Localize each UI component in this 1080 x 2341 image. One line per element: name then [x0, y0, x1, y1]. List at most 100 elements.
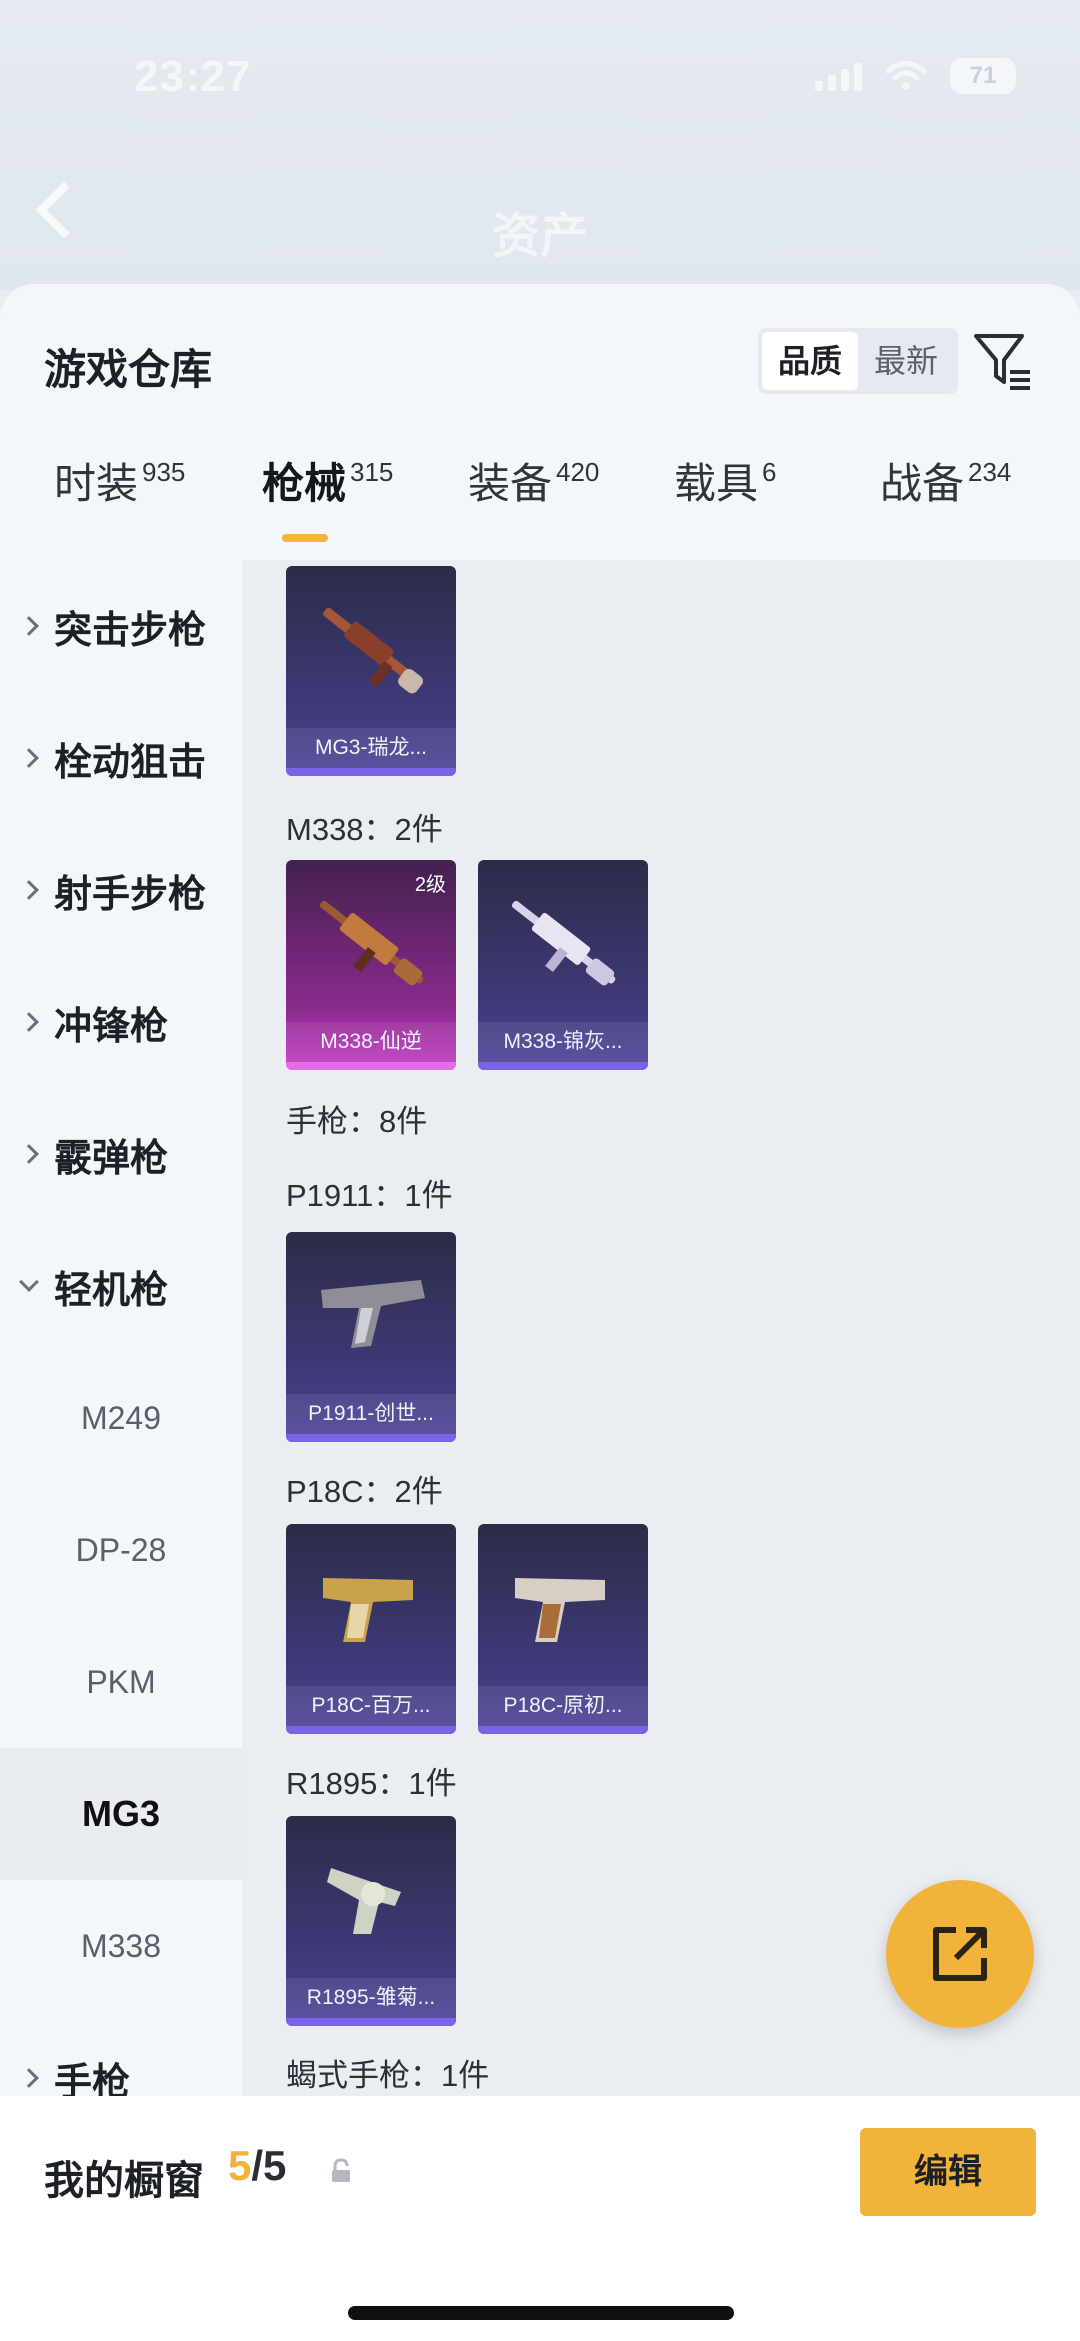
item-name: M338-锦灰... — [478, 1022, 648, 1062]
group-label-p1911: P1911：1件 — [286, 1178, 453, 1213]
signal-icon — [815, 61, 862, 91]
chevron-right-icon — [19, 1144, 39, 1164]
group-label-pistol: 手枪：8件 — [286, 1104, 428, 1139]
group-label-scorpion: 蝎式手枪：1件 — [286, 2058, 490, 2093]
sidebar-item-pistol[interactable]: 手枪 — [0, 2012, 242, 2104]
sidebar-sub-pkm[interactable]: PKM — [0, 1616, 242, 1748]
sidebar-item-label: 栓动狙击 — [54, 741, 207, 784]
category-tabs: 时装 935 枪械 315 装备 420 载具 6 战备 234 — [0, 454, 1080, 564]
rifle-icon — [511, 900, 616, 986]
showcase-current: 5 — [228, 2142, 252, 2189]
tab-label: 载具 — [674, 460, 759, 507]
showcase-count: 5/5 — [228, 2142, 286, 2190]
tab-fashion[interactable]: 时装 935 — [54, 454, 185, 514]
tab-label: 时装 — [54, 460, 139, 507]
item-card[interactable]: R1895-雏菊... — [286, 1816, 456, 2026]
sidebar-item-label: 霰弹枪 — [54, 1137, 169, 1180]
pistol-icon — [321, 1280, 425, 1348]
home-indicator — [348, 2306, 734, 2320]
sidebar-sub-mg3[interactable]: MG3 — [0, 1748, 242, 1880]
rarity-bar — [286, 1062, 456, 1070]
revolver-icon — [327, 1868, 401, 1934]
item-name: P18C-百万... — [286, 1686, 456, 1726]
item-card[interactable]: P18C-原初... — [478, 1524, 648, 1734]
pistol-icon — [515, 1578, 605, 1642]
item-card[interactable]: M338-锦灰... — [478, 860, 648, 1070]
chevron-right-icon — [19, 616, 39, 636]
tab-vehicles[interactable]: 载具 6 — [674, 454, 776, 514]
share-icon — [933, 1927, 987, 1981]
sidebar-item-label: 轻机枪 — [54, 1269, 169, 1312]
sidebar-item-assault-rifle[interactable]: 突击步枪 — [0, 560, 242, 692]
rarity-bar — [286, 768, 456, 776]
warehouse-title: 游戏仓库 — [44, 346, 213, 393]
showcase-bar: 我的橱窗 5/5 编辑 — [0, 2096, 1080, 2341]
sidebar-item-label: 射手步枪 — [54, 873, 207, 916]
sidebar-item-bolt-sniper[interactable]: 栓动狙击 — [0, 692, 242, 824]
lock-icon — [332, 2158, 350, 2182]
tab-label: 装备 — [468, 460, 553, 507]
chevron-right-icon — [19, 880, 39, 900]
sort-toggle: 品质 最新 — [758, 328, 959, 394]
sidebar-sub-dp28[interactable]: DP-28 — [0, 1484, 242, 1616]
item-name: MG3-瑞龙... — [286, 728, 456, 768]
tab-count: 935 — [142, 457, 186, 487]
item-card[interactable]: MG3-瑞龙... — [286, 566, 456, 776]
tab-guns[interactable]: 枪械 315 — [262, 454, 393, 514]
sidebar-sub-m338[interactable]: M338 — [0, 1880, 242, 2012]
weapon-category-sidebar: 突击步枪 栓动狙击 射手步枪 冲锋枪 霰弹枪 轻机枪 M249 DP-28 PK… — [0, 560, 242, 2104]
item-card[interactable]: 2级 M338-仙逆 — [286, 860, 456, 1070]
status-icons: 71 — [815, 58, 1016, 94]
sidebar-item-label: 突击步枪 — [54, 609, 207, 652]
filter-icon[interactable] — [972, 330, 1034, 392]
item-name: P1911-创世... — [286, 1394, 456, 1434]
top-header: 23:27 71 资产 — [0, 0, 1080, 290]
sort-quality-button[interactable]: 品质 — [762, 332, 859, 390]
tab-count: 420 — [556, 457, 600, 487]
rifle-icon — [319, 900, 424, 986]
tab-label: 枪械 — [262, 460, 347, 507]
item-name: R1895-雏菊... — [286, 1978, 456, 2018]
rarity-bar — [286, 1434, 456, 1442]
group-label-r1895: R1895：1件 — [286, 1766, 457, 1801]
active-tab-indicator — [282, 534, 328, 542]
tab-count: 234 — [968, 457, 1012, 487]
wifi-icon — [885, 61, 927, 90]
battery-icon: 71 — [950, 58, 1016, 94]
sidebar-item-shotgun[interactable]: 霰弹枪 — [0, 1088, 242, 1220]
machine-gun-icon — [323, 607, 423, 694]
item-card[interactable]: P18C-百万... — [286, 1524, 456, 1734]
group-label-p18c: P18C：2件 — [286, 1474, 443, 1509]
pistol-icon — [323, 1578, 413, 1642]
chevron-down-icon — [19, 1272, 39, 1292]
item-name: P18C-原初... — [478, 1686, 648, 1726]
tab-count: 6 — [762, 457, 777, 487]
warehouse-card: 游戏仓库 品质 最新 时装 935 枪械 315 装备 420 载具 6 战备 … — [0, 284, 1080, 2104]
sidebar-sub-m249[interactable]: M249 — [0, 1352, 242, 1484]
sort-newest-button[interactable]: 最新 — [858, 332, 954, 390]
share-button[interactable] — [886, 1880, 1034, 2028]
page-title: 资产 — [491, 210, 588, 263]
sidebar-item-smg[interactable]: 冲锋枪 — [0, 956, 242, 1088]
showcase-title: 我的橱窗 — [44, 2159, 204, 2203]
sidebar-item-lmg[interactable]: 轻机枪 — [0, 1220, 242, 1352]
status-time: 23:27 — [134, 52, 252, 101]
edit-button[interactable]: 编辑 — [860, 2128, 1036, 2216]
sidebar-item-label: 冲锋枪 — [54, 1005, 169, 1048]
rarity-bar — [478, 1726, 648, 1734]
chevron-right-icon — [19, 1012, 39, 1032]
tab-supplies[interactable]: 战备 234 — [880, 454, 1011, 514]
group-label-m338: M338：2件 — [286, 812, 443, 847]
item-card[interactable]: P1911-创世... — [286, 1232, 456, 1442]
tab-label: 战备 — [880, 460, 965, 507]
weapon-grid: MG3-瑞龙... M338：2件 2级 M338-仙逆 M338-锦灰... … — [242, 560, 1080, 2100]
rarity-bar — [286, 1726, 456, 1734]
rarity-bar — [286, 2018, 456, 2026]
chevron-right-icon — [19, 748, 39, 768]
tab-equipment[interactable]: 装备 420 — [468, 454, 599, 514]
item-name: M338-仙逆 — [286, 1022, 456, 1062]
chevron-right-icon — [19, 2068, 39, 2088]
sidebar-item-marksman-rifle[interactable]: 射手步枪 — [0, 824, 242, 956]
tab-count: 315 — [350, 457, 394, 487]
rarity-bar — [478, 1062, 648, 1070]
